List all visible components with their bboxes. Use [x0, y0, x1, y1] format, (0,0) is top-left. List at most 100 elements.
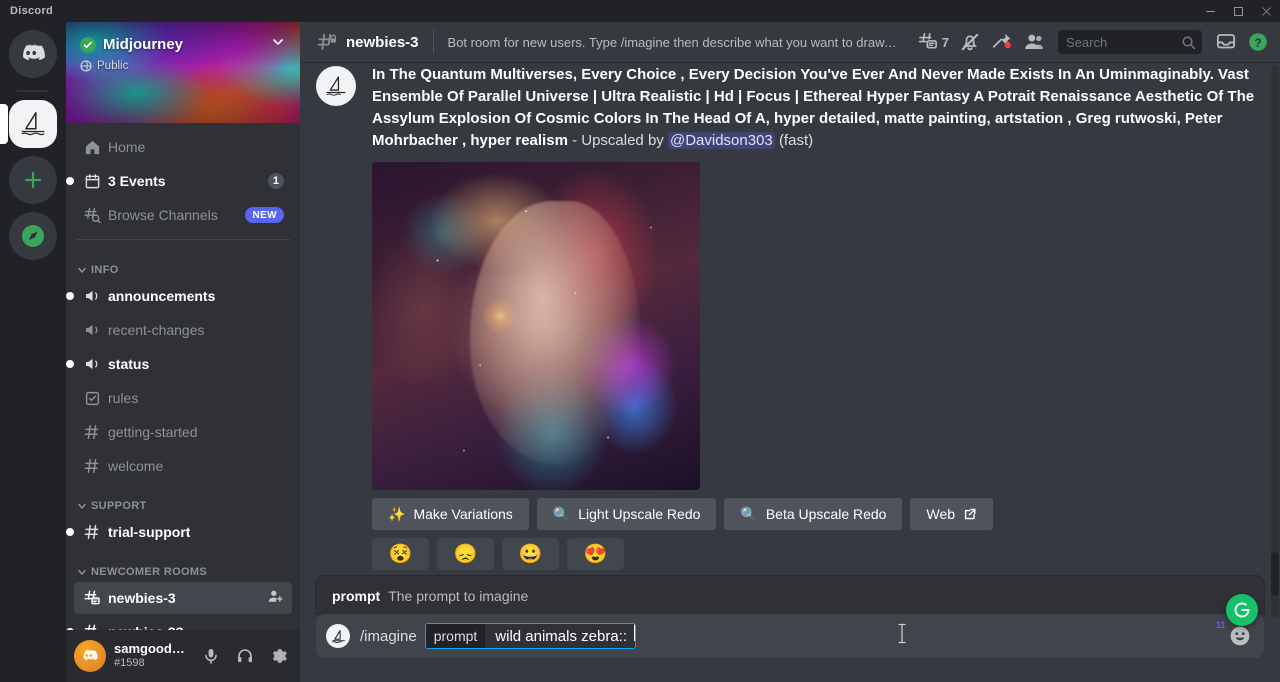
category-support[interactable]: SUPPORT [66, 484, 300, 516]
discord-logo-icon[interactable] [9, 30, 57, 78]
chevron-down-icon [76, 264, 88, 276]
sidebar-item-rules[interactable]: rules [74, 382, 292, 414]
sidebar-item-status[interactable]: status [74, 348, 292, 380]
grammarly-count: 11 [1216, 620, 1226, 630]
help-icon[interactable]: ? [1244, 27, 1272, 57]
globe-icon [80, 60, 92, 72]
rail-item-add-server[interactable] [0, 156, 66, 204]
command-autocomplete-popup: prompt The prompt to imagine [316, 576, 1264, 614]
notification-off-icon[interactable] [956, 27, 984, 57]
sidebar-item-recent-changes[interactable]: recent-changes [74, 314, 292, 346]
avatar[interactable] [74, 640, 106, 672]
reaction-heart-eyes[interactable]: 😍 [567, 538, 624, 570]
category-label: INFO [91, 264, 119, 276]
verified-badge-icon [80, 37, 96, 53]
reaction-confounded[interactable]: 😵 [372, 538, 429, 570]
sidebar-item-trial-support[interactable]: trial-support [74, 516, 292, 548]
hash-icon [82, 422, 102, 442]
rail-item-discord-home[interactable] [0, 30, 66, 78]
channel-topic[interactable]: Bot room for new users. Type /imagine th… [448, 35, 898, 50]
sidebar-item-welcome[interactable]: welcome [74, 450, 292, 482]
member-list-icon[interactable] [1020, 27, 1048, 57]
category-info[interactable]: INFO [66, 248, 300, 280]
gear-icon[interactable] [266, 643, 292, 669]
command-option-input[interactable]: prompt wild animals zebra:: [425, 623, 636, 649]
category-label: SUPPORT [91, 500, 147, 512]
chevron-down-icon[interactable] [270, 34, 286, 55]
sidebar-item-announcements[interactable]: announcements [74, 280, 292, 312]
minimize-button[interactable] [1196, 0, 1224, 22]
channel-label: trial-support [108, 524, 190, 540]
midjourney-bot-icon[interactable] [316, 66, 356, 106]
announcement-icon [82, 286, 102, 306]
header-divider [433, 30, 434, 54]
server-header[interactable]: Midjourney Public [66, 22, 300, 123]
reaction-disappointed[interactable]: 😞 [437, 538, 494, 570]
user-info[interactable]: samgoodw... #1598 [114, 642, 190, 670]
pinned-messages-icon[interactable] [988, 27, 1016, 57]
window-titlebar: Discord [0, 0, 1280, 22]
close-button[interactable] [1252, 0, 1280, 22]
sidebar-item-browse-channels[interactable]: Browse Channels NEW [74, 199, 292, 231]
reaction-grinning[interactable]: 😀 [502, 538, 559, 570]
slash-command-name: /imagine [360, 628, 417, 645]
unread-dot [66, 528, 74, 536]
message-area: In The Quantum Multiverses, Every Choice… [300, 62, 1280, 622]
channel-list: Home 3 Events 1 Browse Channels NE [66, 123, 300, 630]
rail-item-explore-servers[interactable] [0, 212, 66, 260]
category-newcomer-rooms[interactable]: NEWCOMER ROOMS [66, 550, 300, 582]
threads-icon[interactable]: 7 [914, 27, 952, 57]
channel-title: newbies-3 [346, 34, 419, 51]
compass-icon[interactable] [9, 212, 57, 260]
rail-item-server-midjourney[interactable] [0, 100, 66, 148]
discord-window: Discord [0, 0, 1280, 682]
sidebar-item-label: Home [108, 139, 145, 155]
window-controls [1196, 0, 1280, 22]
message-composer[interactable]: /imagine prompt wild animals zebra:: [316, 614, 1264, 658]
channel-label: recent-changes [108, 322, 205, 338]
server-privacy: Public [97, 60, 128, 72]
unread-dot [66, 628, 74, 630]
autocomplete-option[interactable]: prompt The prompt to imagine [316, 584, 1264, 608]
sidebar-item-newbies-33[interactable]: newbies-33 [74, 616, 292, 630]
beta-upscale-redo-button[interactable]: 🔍 Beta Upscale Redo [724, 498, 902, 530]
add-person-icon[interactable] [267, 588, 284, 608]
message-scrollbar[interactable] [1271, 66, 1279, 618]
light-upscale-redo-button[interactable]: 🔍 Light Upscale Redo [537, 498, 717, 530]
hash-thread-icon [82, 622, 102, 630]
sidebar-item-label: Browse Channels [108, 207, 218, 223]
maximize-button[interactable] [1224, 0, 1252, 22]
option-description: The prompt to imagine [388, 588, 528, 604]
deafen-button[interactable] [232, 643, 258, 669]
speed-label: (fast) [779, 132, 813, 149]
inbox-icon[interactable] [1212, 27, 1240, 57]
option-key: prompt [332, 588, 380, 604]
web-button[interactable]: Web [910, 498, 993, 530]
grammarly-icon[interactable]: 11 [1226, 594, 1258, 626]
sidebar-item-newbies-3[interactable]: newbies-3 [74, 582, 292, 614]
sidebar-item-getting-started[interactable]: getting-started [74, 416, 292, 448]
command-option-key: prompt [426, 624, 486, 648]
user-name: samgoodw... [114, 642, 190, 657]
plus-icon[interactable] [9, 156, 57, 204]
user-panel: samgoodw... #1598 [66, 630, 300, 682]
button-label: Web [926, 506, 955, 522]
sidebar-item-events[interactable]: 3 Events 1 [74, 165, 292, 197]
new-tag: NEW [245, 207, 284, 223]
announcement-icon [82, 354, 102, 374]
threads-count: 7 [942, 35, 949, 50]
hash-lock-icon [316, 31, 338, 53]
message-attachment-image[interactable] [372, 162, 700, 490]
artwork-face-highlight [470, 201, 641, 463]
button-label: Beta Upscale Redo [766, 506, 887, 522]
user-mention[interactable]: @Davidson303 [668, 132, 775, 149]
sidebar-item-home[interactable]: Home [74, 131, 292, 163]
search-input[interactable]: Search [1058, 30, 1202, 54]
sailboat-icon[interactable] [9, 100, 57, 148]
user-tag: #1598 [114, 657, 190, 670]
make-variations-button[interactable]: ✨ Make Variations [372, 498, 529, 530]
emoji-icon[interactable] [1228, 624, 1252, 648]
mute-button[interactable] [198, 643, 224, 669]
channel-label: getting-started [108, 424, 198, 440]
main-content: newbies-3 Bot room for new users. Type /… [300, 22, 1280, 682]
